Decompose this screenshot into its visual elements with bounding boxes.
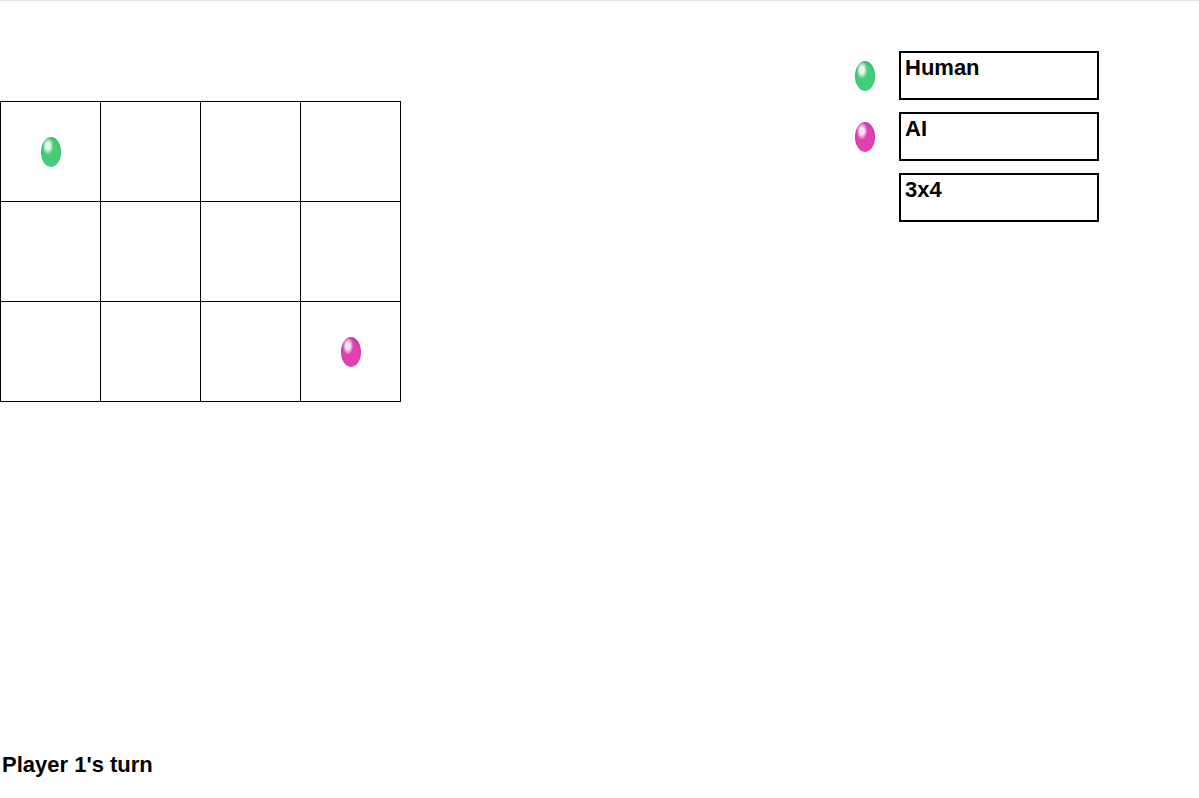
board-cell[interactable] [301, 202, 401, 302]
board-cell[interactable] [1, 202, 101, 302]
board-cell[interactable] [201, 202, 301, 302]
gem-icon [855, 61, 875, 91]
player-row: AI [855, 112, 1099, 161]
gem-icon [41, 137, 61, 167]
player-row: Human [855, 51, 1099, 100]
gem-icon [855, 122, 875, 152]
board-cell[interactable] [101, 302, 201, 402]
board-cell[interactable] [1, 102, 101, 202]
status-text: Player 1's turn [0, 752, 1199, 798]
game-page: Human AI 3x4 Player 1's turn [0, 0, 1199, 798]
player-type-field[interactable]: AI [899, 112, 1099, 161]
gem-icon [341, 337, 361, 367]
board-size-row: 3x4 [855, 173, 1099, 222]
board-size-field[interactable]: 3x4 [899, 173, 1099, 222]
game-area: Human AI 3x4 [0, 1, 1199, 402]
board-cell[interactable] [101, 202, 201, 302]
board-cell[interactable] [301, 102, 401, 202]
player-type-field[interactable]: Human [899, 51, 1099, 100]
board-cell[interactable] [1, 302, 101, 402]
board-cell[interactable] [201, 102, 301, 202]
board-cell[interactable] [201, 302, 301, 402]
board-cell[interactable] [101, 102, 201, 202]
settings-panel: Human AI 3x4 [855, 51, 1099, 222]
board-cell[interactable] [301, 302, 401, 402]
game-board [0, 101, 401, 402]
